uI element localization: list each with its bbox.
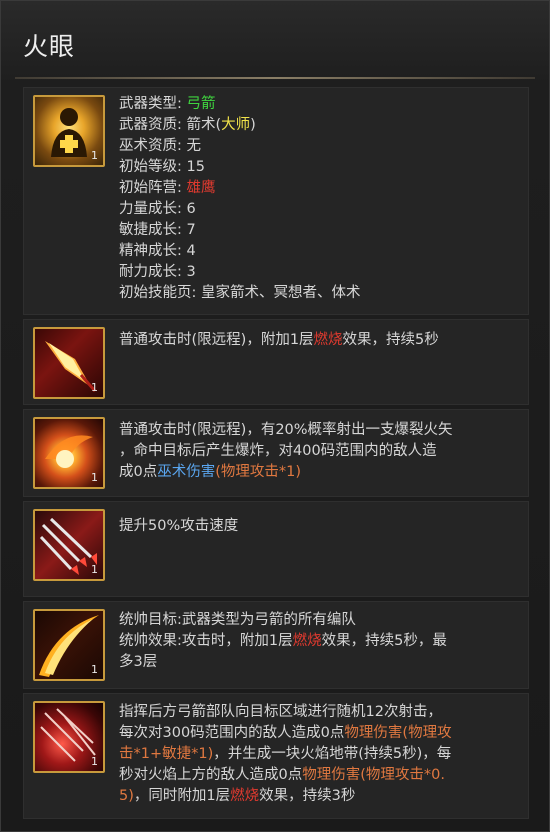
description-text: 燃烧: [230, 788, 260, 804]
stat-row-sorcery-aptitude: 巫术资质: 无: [119, 136, 520, 157]
description-text: 皇家箭术、冥想者、体术: [201, 285, 361, 301]
stat-row-initial-skill-pages: 初始技能页: 皇家箭术、冥想者、体术: [119, 283, 520, 304]
flaming-arrowhead-icon: 1: [33, 327, 105, 399]
description-text: 每次对300码范围内的敌人造成0点物理伤害(物理攻: [119, 723, 520, 744]
description-text: 敏捷成长:: [119, 222, 187, 238]
description-text: 效果，持续5秒: [342, 332, 439, 348]
stat-row-stamina-growth: 耐力成长: 3: [119, 262, 520, 283]
description-text: 普通攻击时(限远程)，附加1层燃烧效果，持续5秒: [119, 330, 520, 351]
description-text: 15: [186, 159, 205, 175]
description-text: 击*1+敏捷*1): [119, 746, 214, 762]
hero-name-title: 火眼: [23, 32, 76, 61]
stat-row-spirit-growth: 精神成长: 4: [119, 241, 520, 262]
arrow-rain-icon: 1: [33, 701, 105, 773]
stats-section: 1 武器类型: 弓箭 武器资质: 箭术(大师) 巫术资质: 无 初始等级: 15…: [23, 87, 529, 315]
description-text: 物理伤害(物理攻: [344, 725, 452, 741]
description-text: ): [250, 117, 256, 133]
skill-section-4: 1 统帅目标:武器类型为弓箭的所有编队 统帅效果:攻击时，附加1层燃烧效果，持续…: [23, 601, 529, 689]
description-text: ，并生成一块火焰地带(持续5秒)，每: [213, 746, 452, 762]
description-text: 箭术(: [186, 117, 222, 133]
description-text: 耐力成长:: [119, 264, 187, 280]
title-divider: [15, 77, 535, 79]
description-text: 统帅目标:武器类型为弓箭的所有编队: [119, 612, 356, 628]
skill-description: 指挥后方弓箭部队向目标区域进行随机12次射击， 每次对300码范围内的敌人造成0…: [119, 702, 520, 807]
description-text: 力量成长:: [119, 201, 187, 217]
description-text: 成0点: [119, 464, 158, 480]
tooltip-panel: 火眼 1 武器类型: 弓箭 武器资质: 箭术(大师) 巫术资质: 无 初始等级:…: [0, 0, 550, 832]
description-text: 初始等级:: [119, 159, 187, 175]
description-text: 弓箭: [186, 96, 216, 112]
icon-level: 1: [91, 381, 98, 394]
description-text: 5): [119, 788, 134, 804]
description-text: 燃烧: [292, 633, 322, 649]
stat-row-weapon-type: 武器类型: 弓箭: [119, 94, 520, 115]
icon-level: 1: [91, 149, 98, 162]
icon-level: 1: [91, 663, 98, 676]
description-text: 多3层: [119, 654, 158, 670]
description-text: 无: [186, 138, 202, 154]
description-text: 燃烧: [313, 332, 343, 348]
description-text: 效果，持续5秒，最: [321, 633, 447, 649]
description-text: 初始技能页:: [119, 285, 201, 301]
stat-row-strength-growth: 力量成长: 6: [119, 199, 520, 220]
description-text: 统帅效果:攻击时，附加1层燃烧效果，持续5秒，最: [119, 631, 520, 652]
fire-slash-icon: 1: [33, 609, 105, 681]
stat-row-weapon-aptitude: 武器资质: 箭术(大师): [119, 115, 520, 136]
description-text: 效果，持续3秒: [259, 788, 356, 804]
description-text: 巫术伤害: [157, 464, 216, 480]
skill-section-3: 1 提升50%攻击速度: [23, 501, 529, 597]
description-text: 精神成长:: [119, 243, 187, 259]
description-text: 普通攻击时(限远程)，附加1层: [119, 332, 314, 348]
description-text: 巫术资质:: [119, 138, 187, 154]
description-text: 提升50%攻击速度: [119, 518, 239, 534]
description-text: ，同时附加1层: [133, 788, 231, 804]
icon-level: 1: [91, 563, 98, 576]
stats-list: 武器类型: 弓箭 武器资质: 箭术(大师) 巫术资质: 无 初始等级: 15 初…: [119, 94, 520, 304]
skill-description: 普通攻击时(限远程)，附加1层燃烧效果，持续5秒: [119, 330, 520, 351]
description-text: 每次对300码范围内的敌人造成0点: [119, 725, 345, 741]
description-text: 雄鹰: [186, 180, 216, 196]
description-text: 武器资质:: [119, 117, 187, 133]
stat-row-agility-growth: 敏捷成长: 7: [119, 220, 520, 241]
description-text: 初始阵营:: [119, 180, 187, 196]
description-text: 3: [186, 264, 196, 280]
fire-explosion-icon: 1: [33, 417, 105, 489]
description-text: 指挥后方弓箭部队向目标区域进行随机12次射击，: [119, 704, 442, 720]
skill-section-1: 1 普通攻击时(限远程)，附加1层燃烧效果，持续5秒: [23, 319, 529, 405]
description-text: 武器类型:: [119, 96, 187, 112]
description-text: 5)，同时附加1层燃烧效果，持续3秒: [119, 786, 520, 807]
description-text: 秒对火焰上方的敌人造成0点物理伤害(物理攻击*0.: [119, 765, 520, 786]
gold-cross-figure-icon: 1: [33, 95, 105, 167]
skill-description: 统帅目标:武器类型为弓箭的所有编队 统帅效果:攻击时，附加1层燃烧效果，持续5秒…: [119, 610, 520, 673]
icon-level: 1: [91, 755, 98, 768]
description-text: 普通攻击时(限远程)，有20%概率射出一支爆裂火矢: [119, 422, 453, 438]
description-text: 统帅效果:攻击时，附加1层: [119, 633, 293, 649]
stat-row-initial-level: 初始等级: 15: [119, 157, 520, 178]
skill-section-2: 1 普通攻击时(限远程)，有20%概率射出一支爆裂火矢 ，命中目标后产生爆炸，对…: [23, 409, 529, 497]
description-text: 6: [186, 201, 196, 217]
skill-description: 提升50%攻击速度: [119, 516, 520, 537]
description-text: 击*1+敏捷*1)，并生成一块火焰地带(持续5秒)，每: [119, 744, 520, 765]
description-text: 成0点巫术伤害(物理攻击*1): [119, 462, 520, 483]
description-text: 大师: [221, 117, 251, 133]
stat-row-initial-faction: 初始阵营: 雄鹰: [119, 178, 520, 199]
description-text: 4: [186, 243, 196, 259]
icon-level: 1: [91, 471, 98, 484]
skill-section-5: 1 指挥后方弓箭部队向目标区域进行随机12次射击， 每次对300码范围内的敌人造…: [23, 693, 529, 819]
multiple-arrows-icon: 1: [33, 509, 105, 581]
description-text: 秒对火焰上方的敌人造成0点: [119, 767, 303, 783]
description-text: ，命中目标后产生爆炸，对400码范围内的敌人造: [119, 443, 437, 459]
description-text: 物理伤害(物理攻击*0.: [302, 767, 445, 783]
description-text: (物理攻击*1): [215, 464, 302, 480]
description-text: 7: [186, 222, 196, 238]
skill-description: 普通攻击时(限远程)，有20%概率射出一支爆裂火矢 ，命中目标后产生爆炸，对40…: [119, 420, 520, 483]
